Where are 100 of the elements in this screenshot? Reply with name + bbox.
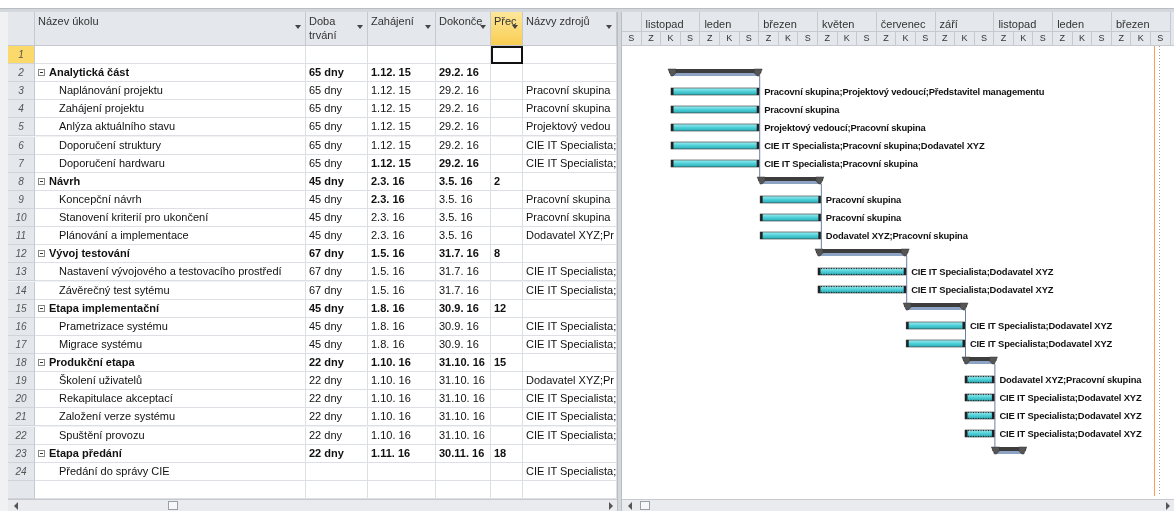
finish-date-cell[interactable]: 29.2. 16	[436, 64, 491, 83]
start-date-cell[interactable]: 1.5. 16	[368, 263, 436, 282]
task-bar[interactable]	[670, 123, 760, 132]
finish-date-cell[interactable]: 3.5. 16	[436, 209, 491, 227]
duration-cell[interactable]: 45 dny	[306, 209, 368, 227]
finish-date-cell[interactable]: 31.10. 16	[436, 408, 491, 427]
duration-cell[interactable]: 65 dny	[306, 64, 368, 83]
start-date-cell[interactable]: 2.3. 16	[368, 227, 436, 246]
collapse-icon[interactable]	[38, 177, 45, 185]
scroll-left-icon[interactable]	[628, 501, 632, 510]
task-bar[interactable]	[964, 375, 995, 384]
finish-date-cell[interactable]: 31.7. 16	[436, 263, 491, 282]
scroll-left-icon[interactable]	[14, 501, 18, 510]
task-bar[interactable]	[759, 195, 822, 204]
finish-date-cell[interactable]: 29.2. 16	[436, 136, 491, 155]
summary-bar[interactable]	[814, 248, 910, 257]
start-date-cell[interactable]: 1.12. 15	[368, 64, 436, 83]
resource-cell[interactable]: CIE IT Specialista;	[523, 281, 617, 300]
corner-cell[interactable]	[8, 12, 35, 46]
resource-cell[interactable]: Pracovní skupina	[523, 100, 617, 119]
task-bar[interactable]	[817, 285, 907, 294]
finish-date-cell[interactable]: 31.10. 16	[436, 354, 491, 372]
duration-cell[interactable]: 67 dny	[306, 263, 368, 282]
row-number[interactable]: 4	[8, 100, 35, 119]
row-number[interactable]: 20	[8, 390, 35, 409]
row-number[interactable]: 14	[8, 281, 35, 300]
row-number[interactable]: 2	[8, 64, 35, 83]
row-number[interactable]: 12	[8, 245, 35, 264]
finish-date-cell[interactable]: 29.2. 16	[436, 118, 491, 137]
resource-cell[interactable]: CIE IT Specialista;	[523, 426, 617, 445]
collapse-icon[interactable]	[38, 359, 45, 366]
resource-cell[interactable]: CIE IT Specialista;	[523, 390, 617, 409]
collapse-icon[interactable]	[38, 304, 45, 312]
start-date-cell[interactable]: 1.12. 15	[368, 136, 436, 155]
finish-date-cell[interactable]: 29.2. 16	[436, 82, 491, 101]
column-header[interactable]: Dokonče	[436, 12, 491, 46]
start-date-cell[interactable]: 1.12. 15	[368, 118, 436, 137]
start-date-cell[interactable]: 1.10. 16	[368, 426, 436, 445]
summary-bar[interactable]	[902, 302, 969, 311]
row-number[interactable]: 6	[8, 136, 35, 155]
row-number[interactable]: 18	[8, 354, 35, 372]
resource-cell[interactable]: CIE IT Specialista;	[523, 263, 617, 282]
finish-date-cell[interactable]: 31.7. 16	[436, 281, 491, 300]
task-bar[interactable]	[964, 411, 995, 420]
resource-cell[interactable]: Dodavatel XYZ;Pr	[523, 372, 617, 391]
scroll-right-icon[interactable]	[609, 501, 613, 510]
resource-cell[interactable]: Pracovní skupina	[523, 209, 617, 227]
summary-bar[interactable]	[667, 68, 763, 77]
duration-cell[interactable]: 22 dny	[306, 426, 368, 445]
finish-date-cell[interactable]: 3.5. 16	[436, 227, 491, 246]
start-date-cell[interactable]: 1.10. 16	[368, 372, 436, 391]
finish-date-cell[interactable]: 31.10. 16	[436, 372, 491, 391]
duration-cell[interactable]: 45 dny	[306, 227, 368, 246]
start-date-cell[interactable]: 1.10. 16	[368, 408, 436, 427]
caret-icon[interactable]	[357, 25, 363, 29]
scrollbar-thumb[interactable]	[640, 501, 650, 510]
duration-cell[interactable]: 22 dny	[306, 390, 368, 409]
caret-icon[interactable]	[606, 25, 612, 29]
row-number[interactable]: 1	[8, 46, 35, 64]
start-date-cell[interactable]: 1.12. 15	[368, 100, 436, 119]
column-header[interactable]: Doba trvání	[306, 12, 368, 46]
duration-cell[interactable]: 22 dny	[306, 372, 368, 391]
row-number[interactable]: 10	[8, 209, 35, 227]
caret-icon[interactable]	[425, 25, 431, 29]
finish-date-cell[interactable]: 31.10. 16	[436, 426, 491, 445]
summary-bar[interactable]	[961, 356, 998, 365]
task-bar[interactable]	[759, 231, 822, 240]
task-bar[interactable]	[964, 429, 995, 438]
active-cell[interactable]	[491, 46, 523, 64]
collapse-icon[interactable]	[38, 69, 45, 77]
resource-cell[interactable]: Pracovní skupina	[523, 82, 617, 101]
column-header[interactable]: Zahájení	[368, 12, 436, 46]
resource-cell[interactable]: Dodavatel XYZ;Pr	[523, 227, 617, 246]
start-date-cell[interactable]: 1.10. 16	[368, 390, 436, 409]
start-date-cell[interactable]: 1.5. 16	[368, 281, 436, 300]
row-number[interactable]: 21	[8, 408, 35, 427]
duration-cell[interactable]: 22 dny	[306, 354, 368, 372]
row-number[interactable]: 13	[8, 263, 35, 282]
predecessor-cell[interactable]: 15	[491, 354, 523, 372]
task-bar[interactable]	[817, 267, 907, 276]
duration-cell[interactable]: 65 dny	[306, 118, 368, 137]
scrollbar-thumb[interactable]	[168, 501, 178, 510]
task-bar[interactable]	[905, 321, 966, 330]
caret-icon[interactable]	[512, 25, 518, 29]
task-bar[interactable]	[759, 213, 822, 222]
scroll-right-icon[interactable]	[1166, 501, 1170, 510]
column-header[interactable]: Přec	[491, 12, 523, 46]
task-bar[interactable]	[905, 339, 966, 348]
duration-cell[interactable]: 67 dny	[306, 281, 368, 300]
row-number[interactable]: 19	[8, 372, 35, 391]
duration-cell[interactable]: 22 dny	[306, 408, 368, 427]
row-number[interactable]: 11	[8, 227, 35, 246]
collapse-icon[interactable]	[38, 449, 45, 457]
row-number[interactable]: 3	[8, 82, 35, 101]
resource-cell[interactable]: Projektový vedou	[523, 118, 617, 137]
duration-cell[interactable]: 65 dny	[306, 136, 368, 155]
finish-date-cell[interactable]: 31.7. 16	[436, 245, 491, 264]
start-date-cell[interactable]: 1.12. 15	[368, 82, 436, 101]
finish-date-cell[interactable]: 31.10. 16	[436, 390, 491, 409]
row-number[interactable]: 5	[8, 118, 35, 137]
